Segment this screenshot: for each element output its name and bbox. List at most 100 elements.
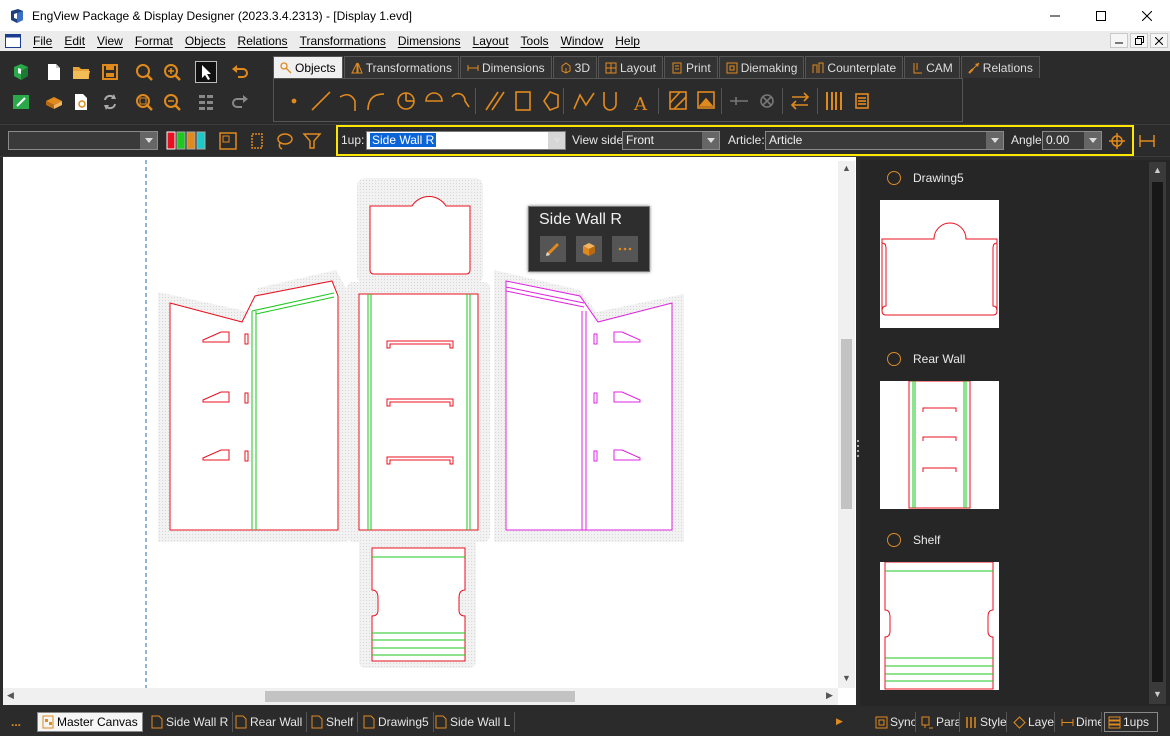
tab-dimensions[interactable]: Dimensions (459, 56, 552, 78)
tab-cam[interactable]: CAM (904, 56, 960, 78)
viewside-combo[interactable]: Front (622, 131, 720, 150)
chevron-down-icon[interactable] (140, 132, 157, 149)
tab-parameters[interactable]: Para (918, 712, 960, 732)
article-combo[interactable]: Article (765, 131, 1004, 150)
radio-shelf[interactable] (887, 533, 901, 547)
tab-transformations[interactable]: Transformations (343, 56, 459, 78)
menu-file[interactable]: File (27, 34, 58, 48)
edit-oneup-button[interactable] (540, 236, 566, 262)
menu-transformations[interactable]: Transformations (294, 34, 392, 48)
menu-layout[interactable]: Layout (467, 34, 515, 48)
chevron-down-icon[interactable] (986, 132, 1003, 149)
tab-3d[interactable]: 3D (552, 56, 597, 78)
panel-vertical-scrollbar[interactable]: ▲ ▼ (1149, 162, 1166, 704)
chevron-up-icon[interactable]: ▲ (842, 163, 851, 173)
3d-view-button[interactable] (576, 236, 602, 262)
menu-window[interactable]: Window (555, 34, 610, 48)
funnel-filter-button[interactable] (302, 131, 322, 151)
zoom-fit-button[interactable] (134, 92, 154, 112)
chevron-right-icon[interactable]: ▶ (826, 690, 833, 701)
color-swatches-icon[interactable] (166, 131, 206, 151)
menu-tools[interactable]: Tools (515, 34, 555, 48)
close-button[interactable] (1124, 0, 1170, 31)
redo-button[interactable] (230, 92, 250, 112)
grid-view-button[interactable] (196, 92, 216, 112)
search-file-button[interactable] (71, 92, 91, 112)
radio-rear-wall[interactable] (887, 352, 901, 366)
tab-dimensions-panel[interactable]: Dime (1058, 712, 1102, 732)
page-icon (235, 715, 247, 729)
minimize-button[interactable] (1032, 0, 1078, 31)
layer-panel-button[interactable] (218, 131, 238, 151)
tab-layers[interactable]: Layer (1010, 712, 1055, 732)
oneup-combo[interactable]: Side Wall R (366, 131, 566, 150)
measure-width-button[interactable] (1137, 131, 1157, 151)
chevron-down-icon[interactable]: ▼ (1153, 689, 1162, 699)
canvas-vertical-scrollbar[interactable]: ▲ ▼ (838, 161, 855, 688)
refresh-button[interactable] (100, 92, 120, 112)
document-icon[interactable] (5, 34, 21, 48)
thumbnail-rear-wall[interactable] (880, 380, 999, 509)
chevron-down-icon[interactable]: ▼ (842, 673, 851, 683)
maximize-button[interactable] (1078, 0, 1124, 31)
zoom-out-button[interactable] (162, 92, 182, 112)
undo-button[interactable] (230, 62, 250, 82)
tab-relations[interactable]: Relations (960, 56, 1040, 78)
menu-help[interactable]: Help (609, 34, 646, 48)
frame-button[interactable] (247, 131, 267, 151)
menu-dimensions[interactable]: Dimensions (392, 34, 467, 48)
chevron-up-icon[interactable]: ▲ (1153, 165, 1162, 175)
open-folder-button[interactable] (71, 62, 91, 82)
tab-diemaking[interactable]: Diemaking (718, 56, 805, 78)
tab-rear-wall[interactable]: Rear Wall (231, 712, 308, 732)
menu-relations[interactable]: Relations (232, 34, 294, 48)
menu-objects[interactable]: Objects (179, 34, 232, 48)
new-file-button[interactable] (44, 62, 64, 82)
oneup-item-label: Rear Wall (913, 352, 966, 366)
tab-sync[interactable]: Sync (872, 712, 916, 732)
tab-style[interactable]: Style (962, 712, 1007, 732)
lasso-button[interactable] (274, 131, 294, 151)
more-options-button[interactable] (612, 236, 638, 262)
drawing-canvas[interactable] (0, 157, 856, 705)
chevron-down-icon[interactable] (702, 132, 719, 149)
chevron-down-icon[interactable] (1084, 132, 1101, 149)
select-pointer-button[interactable] (195, 61, 217, 83)
canvas-horizontal-scrollbar[interactable]: ◀ ▶ (3, 688, 838, 705)
menu-view[interactable]: View (91, 34, 129, 48)
thumbnail-shelf[interactable] (880, 561, 999, 690)
menu-edit[interactable]: Edit (58, 34, 91, 48)
scroll-tabs-right-icon[interactable]: ▶ (836, 716, 843, 727)
origin-crosshair-button[interactable] (1107, 131, 1127, 151)
tab-master-canvas[interactable]: Master Canvas (37, 712, 143, 732)
save-button[interactable] (100, 62, 120, 82)
chevron-down-icon[interactable] (548, 132, 565, 149)
tab-1ups[interactable]: 1ups (1104, 712, 1158, 732)
tab-shelf[interactable]: Shelf (307, 712, 359, 732)
mdi-close-button[interactable] (1150, 33, 1168, 48)
scroll-thumb[interactable] (841, 339, 852, 509)
zoom-button[interactable] (134, 62, 154, 82)
more-tabs-button[interactable]: ... (11, 715, 21, 729)
tab-counterplate[interactable]: Counterplate (805, 56, 904, 78)
tab-print[interactable]: Print (664, 56, 718, 78)
mdi-restore-button[interactable] (1130, 33, 1148, 48)
mdi-minimize-button[interactable] (1110, 33, 1128, 48)
chevron-left-icon[interactable]: ◀ (7, 690, 14, 701)
tab-side-wall-r[interactable]: Side Wall R (147, 712, 234, 732)
thumbnail-drawing5[interactable] (880, 200, 999, 328)
tab-drawing5[interactable]: Drawing5 (359, 712, 434, 732)
zoom-in-button[interactable] (162, 62, 182, 82)
new-package-button[interactable] (11, 62, 31, 82)
tab-layout[interactable]: Layout (597, 56, 664, 78)
edit-drawing-button[interactable] (11, 92, 31, 112)
tab-objects[interactable]: Objects (273, 56, 343, 78)
scroll-thumb[interactable] (265, 691, 575, 702)
package-library-button[interactable] (44, 92, 64, 112)
menu-format[interactable]: Format (129, 34, 179, 48)
scroll-thumb[interactable] (1152, 182, 1163, 682)
tab-side-wall-l[interactable]: Side Wall L (431, 712, 516, 732)
style-combo[interactable] (8, 131, 158, 150)
angle-combo[interactable]: 0.00 (1042, 131, 1102, 150)
radio-drawing5[interactable] (887, 171, 901, 185)
